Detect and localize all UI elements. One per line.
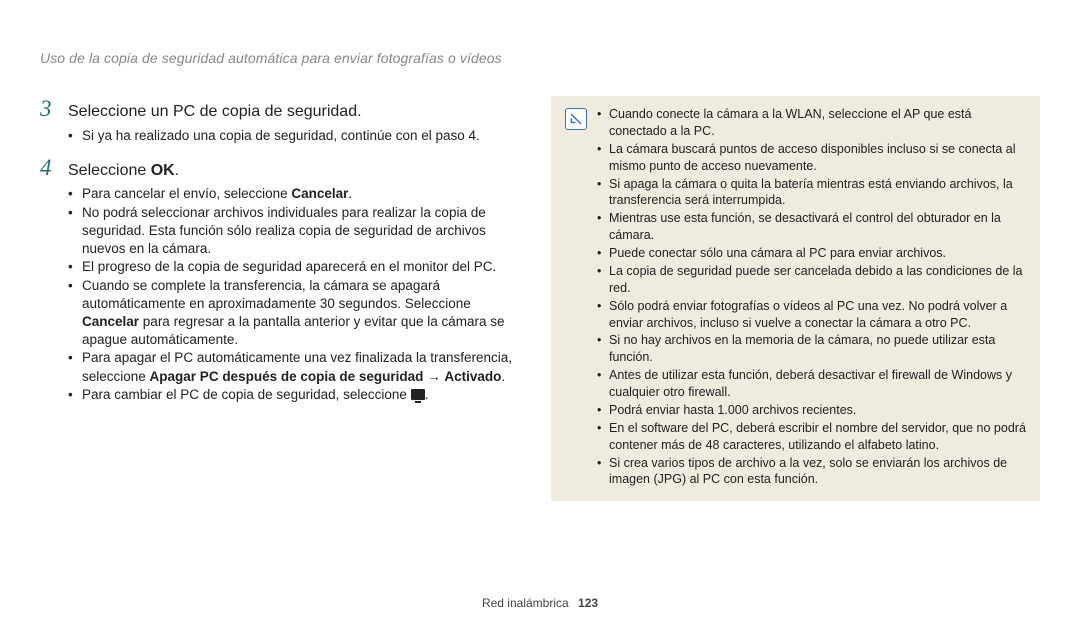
- step-4-bullet-cancel: Para cancelar el envío, seleccione Cance…: [68, 185, 529, 203]
- left-column: 3 Seleccione un PC de copia de seguridad…: [40, 96, 529, 501]
- step-4-bullet-changepc: Para cambiar el PC de copia de seguridad…: [68, 386, 529, 404]
- note-box: Cuando conecte la cámara a la WLAN, sele…: [551, 96, 1040, 501]
- note-item: La copia de seguridad puede ser cancelad…: [597, 263, 1026, 297]
- step-4-bullet-progress: El progreso de la copia de seguridad apa…: [68, 258, 529, 276]
- page-footer: Red inalámbrica 123: [0, 596, 1080, 610]
- step-3-number: 3: [40, 96, 68, 122]
- note-item: Sólo podrá enviar fotografías o vídeos a…: [597, 298, 1026, 332]
- note-item: Podrá enviar hasta 1.000 archivos recien…: [597, 402, 1026, 419]
- step-4-bullet-noselect: No podrá seleccionar archivos individual…: [68, 204, 529, 259]
- monitor-icon: [411, 389, 425, 400]
- note-icon: [565, 108, 587, 130]
- note-item: En el software del PC, deberá escribir e…: [597, 420, 1026, 454]
- note-item: Mientras use esta función, se desactivar…: [597, 210, 1026, 244]
- step-4-bullet-autooff: Cuando se complete la transferencia, la …: [68, 277, 529, 350]
- footer-page-number: 123: [578, 596, 598, 610]
- note-item: La cámara buscará puntos de acceso dispo…: [597, 141, 1026, 175]
- note-item: Antes de utilizar esta función, deberá d…: [597, 367, 1026, 401]
- note-item: Si no hay archivos en la memoria de la c…: [597, 332, 1026, 366]
- note-item: Si crea varios tipos de archivo a la vez…: [597, 455, 1026, 489]
- right-column: Cuando conecte la cámara a la WLAN, sele…: [551, 96, 1040, 501]
- note-item: Puede conectar sólo una cámara al PC par…: [597, 245, 1026, 262]
- step-4-number: 4: [40, 155, 68, 181]
- note-item: Cuando conecte la cámara a la WLAN, sele…: [597, 106, 1026, 140]
- footer-section: Red inalámbrica: [482, 596, 569, 610]
- step-4-text: Seleccione OK.: [68, 160, 179, 182]
- note-item: Si apaga la cámara o quita la batería mi…: [597, 176, 1026, 210]
- step-3-bullet: Si ya ha realizado una copia de segurida…: [68, 127, 529, 145]
- step-4-bullet-pcoff: Para apagar el PC automáticamente una ve…: [68, 349, 529, 385]
- step-3-text: Seleccione un PC de copia de seguridad.: [68, 101, 362, 123]
- page-header: Uso de la copia de seguridad automática …: [40, 50, 1040, 66]
